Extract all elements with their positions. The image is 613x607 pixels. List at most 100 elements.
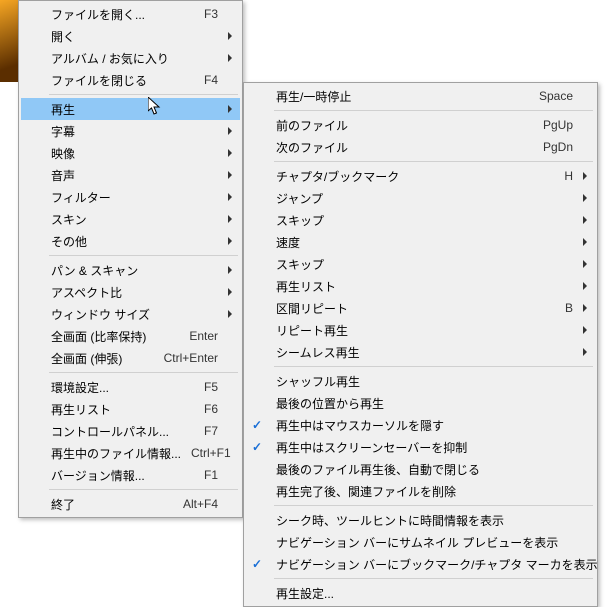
menu1-item[interactable]: 全画面 (比率保持)Enter xyxy=(21,325,240,347)
menu2-item[interactable]: スキップ xyxy=(246,253,595,275)
menu2-item[interactable]: ナビゲーション バーにサムネイル プレビューを表示 xyxy=(246,531,595,553)
submenu-arrow-icon xyxy=(228,127,232,135)
menu-item-label: 音声 xyxy=(51,167,218,184)
menu2-item[interactable]: 再生/一時停止Space xyxy=(246,85,595,107)
submenu-arrow-icon xyxy=(228,266,232,274)
menu2-item[interactable]: 前のファイル PgUp xyxy=(246,114,595,136)
menu1-item[interactable]: ファイルを開く...F3 xyxy=(21,3,240,25)
menu-item-label: 前のファイル xyxy=(276,117,533,134)
menu2-item[interactable]: ジャンプ xyxy=(246,187,595,209)
menu2-item[interactable]: 最後の位置から再生 xyxy=(246,392,595,414)
menu-item-label: コントロールパネル... xyxy=(51,423,194,440)
menu2-item[interactable]: 最後のファイル再生後、自動で閉じる xyxy=(246,458,595,480)
menu-item-label: シームレス再生 xyxy=(276,344,573,361)
menu2-item[interactable]: 再生リスト xyxy=(246,275,595,297)
menu-separator xyxy=(49,489,238,490)
menu-item-label: アルバム / お気に入り xyxy=(51,50,218,67)
menu1-item[interactable]: パン & スキャン xyxy=(21,259,240,281)
menu2-item[interactable]: チャプタ/ブックマークH xyxy=(246,165,595,187)
submenu-arrow-icon xyxy=(228,32,232,40)
menu-item-label: 最後の位置から再生 xyxy=(276,395,573,412)
menu1-item[interactable]: 再生中のファイル情報... Ctrl+F1 xyxy=(21,442,240,464)
menu2-item[interactable]: 区間リピートB xyxy=(246,297,595,319)
menu-item-label: 終了 xyxy=(51,496,173,513)
menu1-item[interactable]: 再生リストF6 xyxy=(21,398,240,420)
menu-separator xyxy=(274,505,593,506)
menu-item-label: バージョン情報... xyxy=(51,467,194,484)
menu-item-label: 最後のファイル再生後、自動で閉じる xyxy=(276,461,573,478)
menu1-item[interactable]: ウィンドウ サイズ xyxy=(21,303,240,325)
menu2-item[interactable]: ✓ナビゲーション バーにブックマーク/チャプタ マーカを表示 xyxy=(246,553,595,575)
menu-item-label: ジャンプ xyxy=(276,190,573,207)
background-art xyxy=(0,0,18,82)
menu-item-label: 再生リスト xyxy=(276,278,573,295)
menu-item-label: 再生中はマウスカーソルを隠す xyxy=(276,417,573,434)
menu-item-label: ファイルを閉じる xyxy=(51,72,194,89)
submenu-arrow-icon xyxy=(228,193,232,201)
menu1-item[interactable]: フィルター xyxy=(21,186,240,208)
menu-item-label: 再生完了後、関連ファイルを削除 xyxy=(276,483,573,500)
menu-item-label: リピート再生 xyxy=(276,322,573,339)
menu1-item[interactable]: 終了 Alt+F4 xyxy=(21,493,240,515)
menu-item-accelerator: PgDn xyxy=(543,140,573,154)
menu1-item[interactable]: コントロールパネル...F7 xyxy=(21,420,240,442)
menu2-item[interactable]: リピート再生 xyxy=(246,319,595,341)
menu1-item[interactable]: アルバム / お気に入り xyxy=(21,47,240,69)
menu-separator xyxy=(49,372,238,373)
submenu-arrow-icon xyxy=(583,238,587,246)
menu-item-accelerator: PgUp xyxy=(543,118,573,132)
menu1-item[interactable]: 音声 xyxy=(21,164,240,186)
menu1-item[interactable]: 開く xyxy=(21,25,240,47)
menu-item-label: 映像 xyxy=(51,145,218,162)
check-icon: ✓ xyxy=(252,440,262,454)
menu-separator xyxy=(274,161,593,162)
menu-item-label: 再生中のファイル情報... xyxy=(51,445,181,462)
menu2-item[interactable]: シャッフル再生 xyxy=(246,370,595,392)
menu2-item[interactable]: シームレス再生 xyxy=(246,341,595,363)
submenu-arrow-icon xyxy=(228,171,232,179)
menu2-item[interactable]: 再生完了後、関連ファイルを削除 xyxy=(246,480,595,502)
menu1-item[interactable]: 再生 xyxy=(21,98,240,120)
menu1-item[interactable]: 全画面 (伸張)Ctrl+Enter xyxy=(21,347,240,369)
submenu-arrow-icon xyxy=(583,348,587,356)
menu-item-label: シャッフル再生 xyxy=(276,373,573,390)
menu2-item[interactable]: ✓再生中はスクリーンセーバーを抑制 xyxy=(246,436,595,458)
menu1-item[interactable]: 環境設定...F5 xyxy=(21,376,240,398)
menu1-item[interactable]: 映像 xyxy=(21,142,240,164)
menu-item-label: スキン xyxy=(51,211,218,228)
menu-item-label: その他 xyxy=(51,233,218,250)
menu-item-label: 次のファイル xyxy=(276,139,533,156)
menu-item-accelerator: Alt+F4 xyxy=(183,497,218,511)
menu2-item[interactable]: 次のファイル PgDn xyxy=(246,136,595,158)
menu1-item[interactable]: その他 xyxy=(21,230,240,252)
check-icon: ✓ xyxy=(252,557,262,571)
menu-item-accelerator: F4 xyxy=(204,73,218,87)
menu-item-accelerator: F3 xyxy=(204,7,218,21)
menu-item-label: 再生/一時停止 xyxy=(276,88,529,105)
menu2-item[interactable]: 速度 xyxy=(246,231,595,253)
menu-item-label: 全画面 (比率保持) xyxy=(51,328,179,345)
menu1-item[interactable]: ファイルを閉じる F4 xyxy=(21,69,240,91)
menu2-item[interactable]: シーク時、ツールヒントに時間情報を表示 xyxy=(246,509,595,531)
menu2-item[interactable]: 再生設定... xyxy=(246,582,595,604)
menu-item-accelerator: Ctrl+F1 xyxy=(191,446,231,460)
menu-separator xyxy=(49,94,238,95)
menu2-item[interactable]: スキップ xyxy=(246,209,595,231)
menu-item-label: 区間リピート xyxy=(276,300,555,317)
menu-separator xyxy=(49,255,238,256)
menu-item-accelerator: H xyxy=(564,169,573,183)
menu1-item[interactable]: 字幕 xyxy=(21,120,240,142)
menu1-item[interactable]: アスペクト比 xyxy=(21,281,240,303)
submenu-arrow-icon xyxy=(583,304,587,312)
menu-item-label: ナビゲーション バーにサムネイル プレビューを表示 xyxy=(276,534,573,551)
submenu-arrow-icon xyxy=(228,149,232,157)
submenu-arrow-icon xyxy=(228,54,232,62)
submenu-arrow-icon xyxy=(583,260,587,268)
menu2-item[interactable]: ✓再生中はマウスカーソルを隠す xyxy=(246,414,595,436)
menu-item-label: 再生 xyxy=(51,101,218,118)
menu-item-accelerator: F5 xyxy=(204,380,218,394)
menu1-item[interactable]: バージョン情報...F1 xyxy=(21,464,240,486)
menu-item-label: パン & スキャン xyxy=(51,262,218,279)
menu-item-accelerator: Ctrl+Enter xyxy=(164,351,218,365)
menu1-item[interactable]: スキン xyxy=(21,208,240,230)
